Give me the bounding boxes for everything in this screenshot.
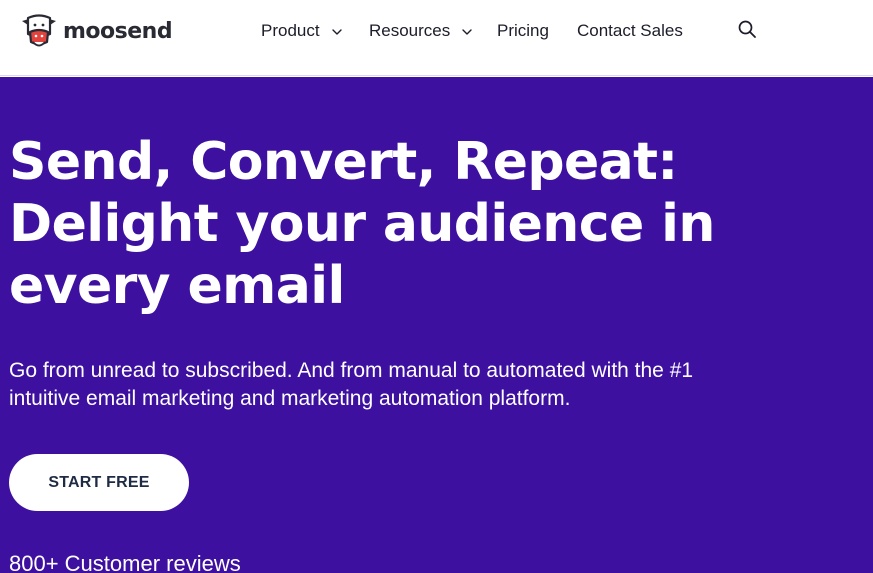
nav-item-contact-sales[interactable]: Contact Sales <box>577 18 683 44</box>
start-free-button[interactable]: START FREE <box>9 454 189 511</box>
chevron-down-icon <box>331 29 342 35</box>
nav-item-resources[interactable]: Resources <box>369 18 472 44</box>
nav-item-label: Pricing <box>497 21 549 40</box>
nav-item-product[interactable]: Product <box>261 18 342 44</box>
nav-item-label: Contact Sales <box>577 21 683 40</box>
hero-section: Send, Convert, Repeat: Delight your audi… <box>0 77 873 573</box>
search-icon[interactable] <box>737 19 757 39</box>
chevron-down-icon <box>462 29 472 35</box>
hero-headline-line: Delight your audience in <box>9 194 715 254</box>
site-header: moosend Product Resources Pricing Contac… <box>0 0 873 76</box>
customer-reviews-text: 800+ Customer reviews <box>9 551 241 573</box>
hero-headline: Send, Convert, Repeat: Delight your audi… <box>9 131 769 317</box>
nav-item-pricing[interactable]: Pricing <box>497 18 549 44</box>
hero-subtext: Go from unread to subscribed. And from m… <box>9 359 694 410</box>
nav-item-label: Resources <box>369 21 451 40</box>
hero-headline-line: every email <box>9 256 345 316</box>
nav-item-label: Product <box>261 21 320 40</box>
hero-headline-line: Send, Convert, Repeat: <box>9 132 678 192</box>
